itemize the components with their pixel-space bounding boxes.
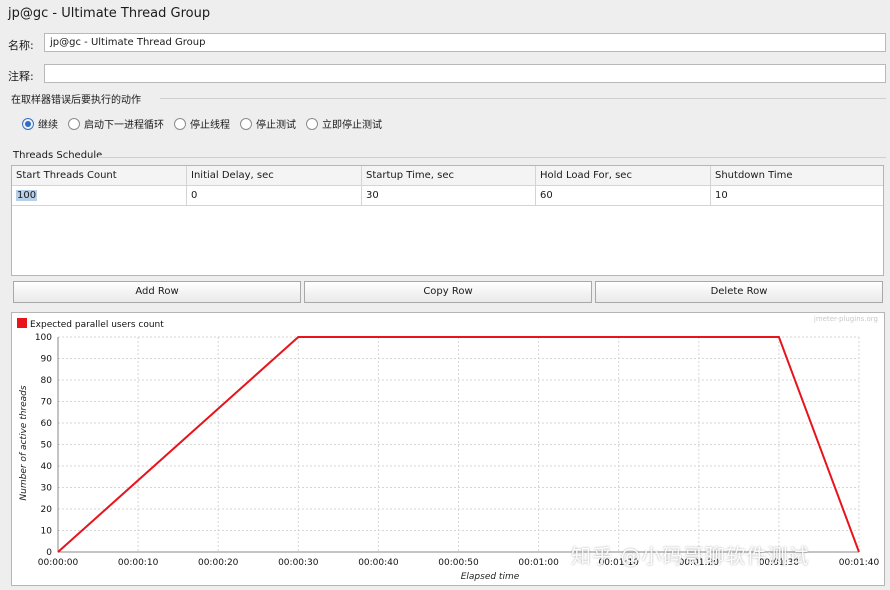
radio-start-next-loop[interactable]: 启动下一进程循环 — [68, 116, 164, 131]
radio-stop-thread[interactable]: 停止线程 — [174, 116, 230, 131]
threads-schedule-title: Threads Schedule — [13, 150, 103, 161]
y-tick-label: 20 — [41, 505, 53, 515]
y-tick-label: 10 — [41, 527, 53, 537]
y-tick-label: 30 — [41, 484, 53, 494]
legend-swatch — [17, 318, 27, 328]
radio-icon — [68, 117, 80, 130]
comment-label: 注释: — [8, 70, 34, 83]
radio-label: 停止线程 — [190, 120, 230, 131]
y-tick-label: 100 — [35, 333, 52, 343]
radio-stop-test[interactable]: 停止测试 — [240, 116, 296, 131]
x-tick-label: 00:00:20 — [198, 558, 239, 568]
y-tick-label: 50 — [41, 441, 53, 451]
radio-label: 立即停止测试 — [322, 120, 382, 131]
group-divider — [98, 157, 886, 158]
radio-selected-icon — [22, 117, 34, 130]
column-header[interactable]: Initial Delay, sec — [187, 166, 362, 186]
comment-input[interactable] — [44, 64, 886, 83]
radio-icon — [174, 117, 186, 130]
x-axis-label: Elapsed time — [461, 572, 520, 582]
threads-schedule-table: Start Threads Count Initial Delay, sec S… — [11, 165, 884, 276]
group-divider — [160, 98, 886, 99]
selected-cell-text: 100 — [16, 190, 38, 201]
x-tick-label: 00:01:40 — [839, 558, 880, 568]
error-action-options: 继续 启动下一进程循环 停止线程 停止测试 立即停止测试 — [22, 116, 392, 131]
radio-label: 停止测试 — [256, 120, 296, 131]
radio-icon — [240, 117, 252, 130]
radio-icon — [306, 117, 318, 130]
y-tick-label: 60 — [41, 419, 53, 429]
name-label: 名称: — [8, 39, 34, 52]
x-tick-label: 00:01:00 — [518, 558, 559, 568]
table-cell[interactable]: 0 — [187, 186, 362, 206]
column-header[interactable]: Startup Time, sec — [362, 166, 536, 186]
x-tick-label: 00:00:00 — [38, 558, 79, 568]
watermark-text: 知乎 @小码哥聊软件测试 — [571, 544, 810, 568]
brand-label: jmeter-plugins.org — [813, 315, 878, 323]
table-cell[interactable]: 60 — [536, 186, 711, 206]
add-row-button[interactable]: Add Row — [13, 281, 301, 303]
x-tick-label: 00:00:30 — [278, 558, 319, 568]
radio-stop-test-now[interactable]: 立即停止测试 — [306, 116, 382, 131]
legend-label: Expected parallel users count — [30, 320, 164, 330]
x-tick-label: 00:00:40 — [358, 558, 399, 568]
delete-row-button[interactable]: Delete Row — [595, 281, 883, 303]
radio-label: 启动下一进程循环 — [84, 120, 164, 131]
x-tick-label: 00:00:50 — [438, 558, 479, 568]
table-cell-selected[interactable]: 100 — [12, 186, 187, 206]
y-tick-label: 90 — [41, 355, 53, 365]
column-header[interactable]: Shutdown Time — [711, 166, 883, 186]
copy-row-button[interactable]: Copy Row — [304, 281, 592, 303]
y-tick-label: 40 — [41, 462, 53, 472]
column-header[interactable]: Hold Load For, sec — [536, 166, 711, 186]
error-action-group-title: 在取样器错误后要执行的动作 — [11, 95, 141, 106]
table-cell[interactable]: 30 — [362, 186, 536, 206]
y-axis-label: Number of active threads — [19, 385, 29, 500]
table-header: Start Threads Count Initial Delay, sec S… — [12, 166, 883, 186]
y-axis-ticks: 1009080706050403020100 — [35, 333, 52, 558]
name-input[interactable]: jp@gc - Ultimate Thread Group — [44, 33, 886, 52]
y-tick-label: 80 — [41, 376, 53, 386]
column-header[interactable]: Start Threads Count — [12, 166, 187, 186]
table-cell[interactable]: 10 — [711, 186, 883, 206]
table-row[interactable]: 100 0 30 60 10 — [12, 186, 883, 206]
radio-continue[interactable]: 继续 — [22, 116, 58, 131]
y-tick-label: 70 — [41, 398, 53, 408]
window-title: jp@gc - Ultimate Thread Group — [8, 6, 211, 21]
radio-label: 继续 — [38, 120, 58, 131]
y-tick-label: 0 — [46, 548, 52, 558]
x-tick-label: 00:00:10 — [118, 558, 159, 568]
